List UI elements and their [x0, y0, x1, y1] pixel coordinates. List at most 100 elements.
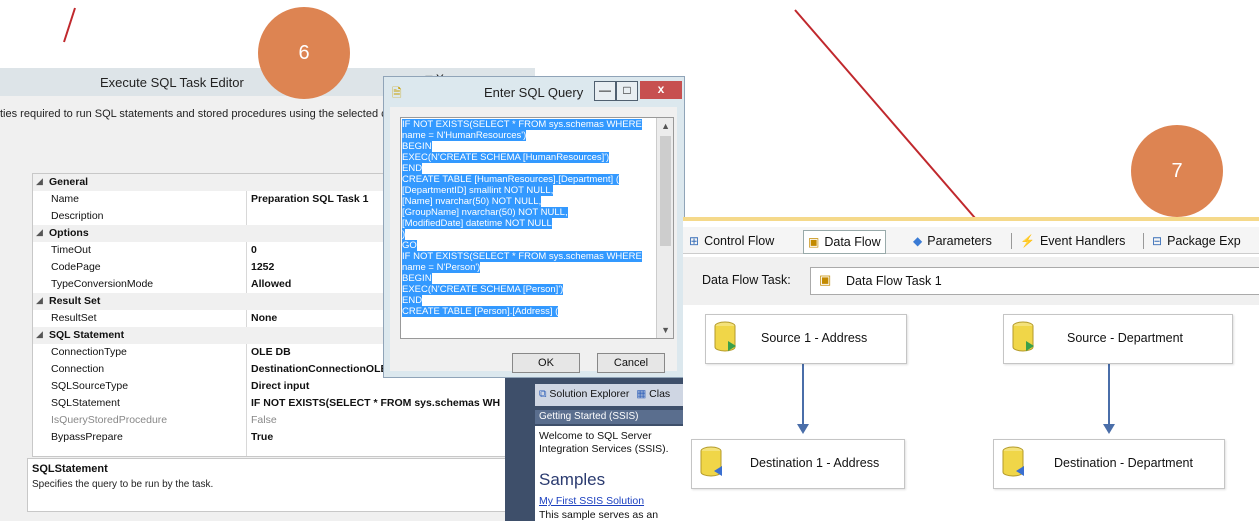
tab-parameters[interactable]: ◆ Parameters: [913, 230, 992, 252]
property-value[interactable]: 0: [251, 244, 257, 256]
solution-explorer-icon: ⧉: [539, 388, 547, 400]
scroll-down-icon[interactable]: ▼: [661, 325, 670, 335]
ok-button[interactable]: OK: [512, 353, 580, 373]
property-row[interactable]: BypassPrepare True: [33, 429, 513, 446]
database-source-icon: [1012, 321, 1034, 352]
property-value[interactable]: OLE DB: [251, 346, 291, 358]
vertical-scrollbar[interactable]: ▲ ▼: [656, 118, 673, 338]
data-flow-task-select[interactable]: ▣ Data Flow Task 1: [810, 267, 1259, 295]
data-flow-task-value: Data Flow Task 1: [846, 274, 942, 288]
sql-query-icon: 🗎: [392, 86, 402, 100]
sql-line-text: CREATE TABLE [HumanResources].[Departmen…: [402, 174, 619, 185]
tab-label: Event Handlers: [1039, 234, 1126, 248]
component-label: Destination 1 - Address: [750, 456, 880, 470]
welcome-text: Welcome to SQL Server Integration Servic…: [539, 430, 669, 455]
property-row[interactable]: SQLSourceType Direct input: [33, 378, 513, 395]
property-name: Connection: [51, 363, 105, 375]
property-value[interactable]: Allowed: [251, 278, 291, 290]
category-label: Options: [49, 227, 89, 239]
ssis-designer: ⊞ Control Flow ▣ Data Flow ◆ Parameters ⚡ Ev…: [683, 217, 1259, 521]
sql-line-text: BEGIN: [402, 141, 432, 152]
collapse-triangle-icon[interactable]: ◢: [36, 295, 43, 306]
component-label: Destination - Department: [1054, 456, 1193, 470]
collapse-triangle-icon[interactable]: ◢: [36, 227, 43, 238]
sql-query-text[interactable]: IF NOT EXISTS(SELECT * FROM sys.schemas …: [402, 119, 654, 317]
property-help-box: SQLStatement Specifies the query to be r…: [27, 458, 514, 512]
designer-tab-highlight: [683, 217, 1259, 221]
cancel-button[interactable]: Cancel: [597, 353, 665, 373]
samples-heading: Samples: [539, 470, 606, 489]
property-value[interactable]: 1252: [251, 261, 274, 273]
property-row[interactable]: IsQueryStoredProcedure False: [33, 412, 513, 429]
help-text: Specifies the query to be run by the tas…: [32, 479, 214, 490]
sql-line: CREATE TABLE [Person].[Address] (: [402, 306, 654, 317]
sql-line: GO: [402, 240, 654, 251]
tab-package-explorer[interactable]: ⊟ Package Exp: [1152, 230, 1241, 252]
category-label: SQL Statement: [49, 329, 125, 341]
data-flow-canvas[interactable]: Source 1 - Address Source - Department D…: [683, 305, 1259, 521]
sql-line-text: [GroupName] nvarchar(50) NOT NULL,: [402, 207, 568, 218]
tab-solution-explorer[interactable]: ⧉ Solution Explorer ▦ Clas: [539, 388, 670, 401]
sql-line: [DepartmentID] smallint NOT NULL,: [402, 185, 654, 196]
scroll-up-icon[interactable]: ▲: [661, 121, 670, 131]
sql-line: [ModifiedDate] datetime NOT NULL: [402, 218, 654, 229]
category-label: General: [49, 176, 89, 188]
property-value[interactable]: DestinationConnectionOLE: [251, 363, 388, 375]
tab-label: Parameters: [927, 234, 992, 248]
maximize-button[interactable]: □: [616, 81, 638, 101]
destination-department-component[interactable]: Destination - Department: [993, 439, 1225, 489]
enter-sql-query-dialog: 🗎 Enter SQL Query — □ x IF NOT EXISTS(SE…: [383, 76, 685, 378]
category-label: Result Set: [49, 295, 101, 307]
sql-query-textarea[interactable]: IF NOT EXISTS(SELECT * FROM sys.schemas …: [400, 117, 674, 339]
tab-separator: [1143, 233, 1144, 249]
sql-line-text: ): [402, 229, 406, 240]
collapse-triangle-icon[interactable]: ◢: [36, 329, 43, 340]
minimize-button[interactable]: —: [594, 81, 616, 101]
data-flow-task-label: Data Flow Task:: [702, 273, 791, 287]
getting-started-header[interactable]: Getting Started (SSIS): [535, 410, 685, 424]
sql-line-text: IF NOT EXISTS(SELECT * FROM sys.schemas …: [402, 251, 642, 262]
editor-title: Execute SQL Task Editor: [100, 75, 244, 90]
component-label: Source - Department: [1067, 331, 1184, 345]
sql-line-text: END: [402, 295, 423, 306]
tab-data-flow[interactable]: ▣ Data Flow: [803, 230, 886, 254]
tab-control-flow[interactable]: ⊞ Control Flow: [689, 230, 774, 252]
sql-line: IF NOT EXISTS(SELECT * FROM sys.schemas …: [402, 251, 654, 262]
property-value[interactable]: Direct input: [251, 380, 309, 392]
path-source2-to-dest2[interactable]: [1108, 363, 1110, 429]
sql-line: ): [402, 229, 654, 240]
path-source1-to-dest1[interactable]: [802, 363, 804, 429]
data-flow-task-icon: ▣: [819, 272, 832, 287]
destination-address-component[interactable]: Destination 1 - Address: [691, 439, 905, 489]
callout-7: 7: [1131, 125, 1223, 217]
property-value[interactable]: False: [251, 414, 277, 426]
property-row[interactable]: SQLStatement IF NOT EXISTS(SELECT * FROM…: [33, 395, 513, 412]
database-destination-icon: [1002, 446, 1024, 477]
property-name: BypassPrepare: [51, 431, 123, 443]
source-department-component[interactable]: Source - Department: [1003, 314, 1233, 364]
property-value[interactable]: IF NOT EXISTS(SELECT * FROM sys.schemas …: [251, 397, 500, 409]
data-flow-icon: ▣: [808, 235, 820, 249]
property-value[interactable]: None: [251, 312, 277, 324]
tab-separator: [1011, 233, 1012, 249]
collapse-triangle-icon[interactable]: ◢: [36, 176, 43, 187]
first-ssis-solution-link[interactable]: My First SSIS Solution: [539, 495, 644, 507]
sql-line: EXEC(N'CREATE SCHEMA [HumanResources]'): [402, 152, 654, 163]
tab-event-handlers[interactable]: ⚡ Event Handlers: [1020, 230, 1125, 252]
sql-line-text: [ModifiedDate] datetime NOT NULL: [402, 218, 552, 229]
sql-line: END: [402, 163, 654, 174]
source-address-component[interactable]: Source 1 - Address: [705, 314, 907, 364]
property-value[interactable]: True: [251, 431, 273, 443]
property-name: CodePage: [51, 261, 101, 273]
help-title: SQLStatement: [32, 463, 108, 475]
scroll-thumb[interactable]: [660, 136, 671, 246]
sql-line: [Name] nvarchar(50) NOT NULL,: [402, 196, 654, 207]
sql-line-text: EXEC(N'CREATE SCHEMA [HumanResources]'): [402, 152, 610, 163]
tab-class-view[interactable]: Clas: [649, 388, 670, 400]
property-value[interactable]: Preparation SQL Task 1: [251, 193, 369, 205]
sql-line-text: GO: [402, 240, 417, 251]
tab-label: Control Flow: [704, 234, 775, 248]
property-name: ResultSet: [51, 312, 97, 324]
class-view-icon[interactable]: ▦: [636, 388, 646, 400]
close-button[interactable]: x: [640, 81, 682, 99]
